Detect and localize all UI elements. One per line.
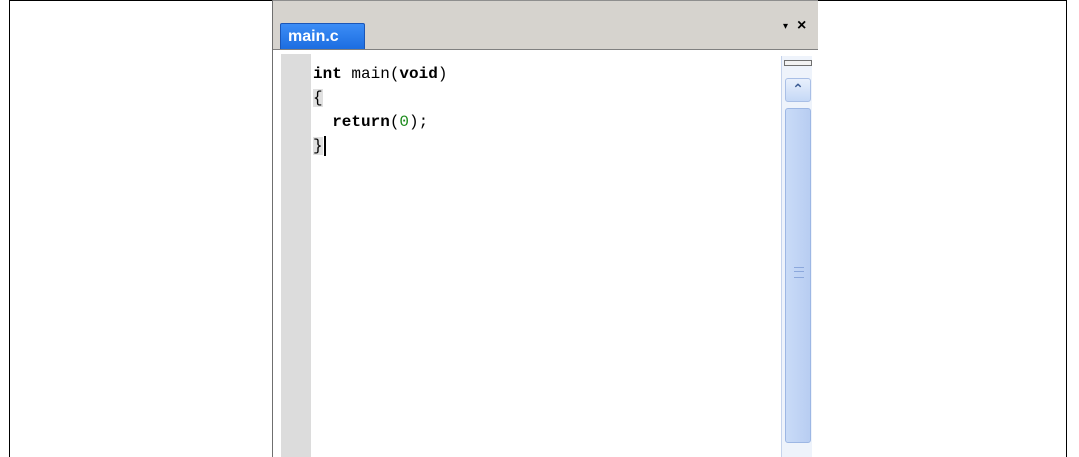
keyword-return: return — [332, 113, 390, 131]
code-editor[interactable]: int main(void) { return(0); } ⌃ — [273, 49, 818, 457]
number-literal: 0 — [399, 113, 410, 131]
scrollbar-thumb[interactable] — [785, 108, 811, 443]
code-line-1: int main(void) — [313, 62, 773, 86]
line-gutter — [281, 54, 311, 457]
open-brace: { — [313, 89, 323, 107]
editor-margin — [273, 50, 313, 457]
code-text: ); — [409, 113, 429, 131]
code-line-2: { — [313, 86, 773, 110]
code-line-4: } — [313, 134, 773, 158]
scrollbar-splitter[interactable] — [784, 60, 812, 66]
grip-icon — [794, 267, 804, 278]
keyword-void: void — [399, 65, 438, 83]
keyword-int: int — [313, 65, 342, 83]
code-text: ( — [389, 113, 400, 131]
code-text: main( — [341, 65, 400, 83]
chevron-up-icon[interactable]: ⌃ — [785, 78, 811, 102]
text-caret — [323, 135, 326, 156]
tab-main-c[interactable]: main.c — [280, 23, 365, 49]
dropdown-icon[interactable]: ▾ — [783, 21, 788, 32]
editor-window: main.c ▾ × int main(void) { return(0); }… — [272, 0, 818, 457]
code-text: ) — [437, 65, 448, 83]
code-line-3: return(0); — [313, 110, 773, 134]
code-area[interactable]: int main(void) { return(0); } — [313, 62, 773, 158]
vertical-scrollbar[interactable]: ⌃ — [781, 56, 812, 457]
tab-strip: main.c ▾ × — [273, 0, 818, 50]
close-icon[interactable]: × — [797, 17, 806, 35]
close-brace: } — [313, 137, 323, 155]
